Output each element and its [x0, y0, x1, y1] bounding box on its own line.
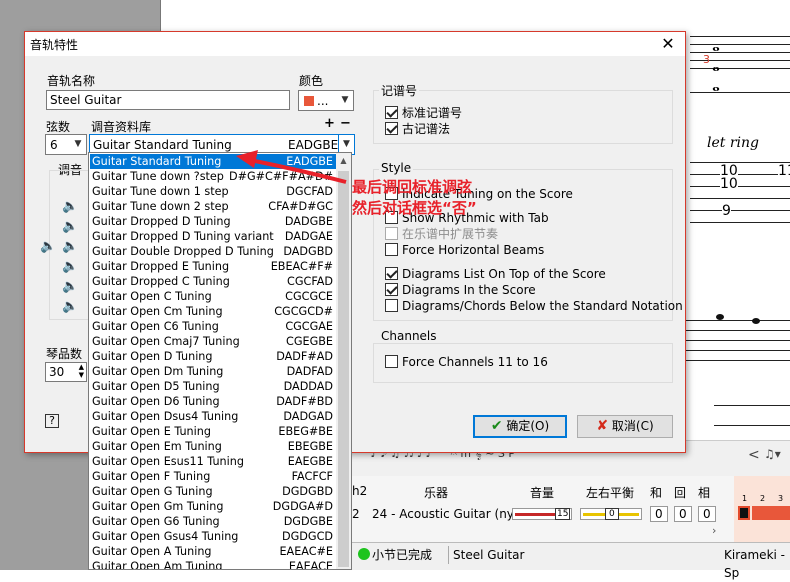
annotation-line1: 最后调回标准调弦	[352, 178, 473, 196]
annotation-line2: 然后对话框选“否”	[352, 199, 477, 217]
annotation-arrow	[236, 150, 347, 184]
